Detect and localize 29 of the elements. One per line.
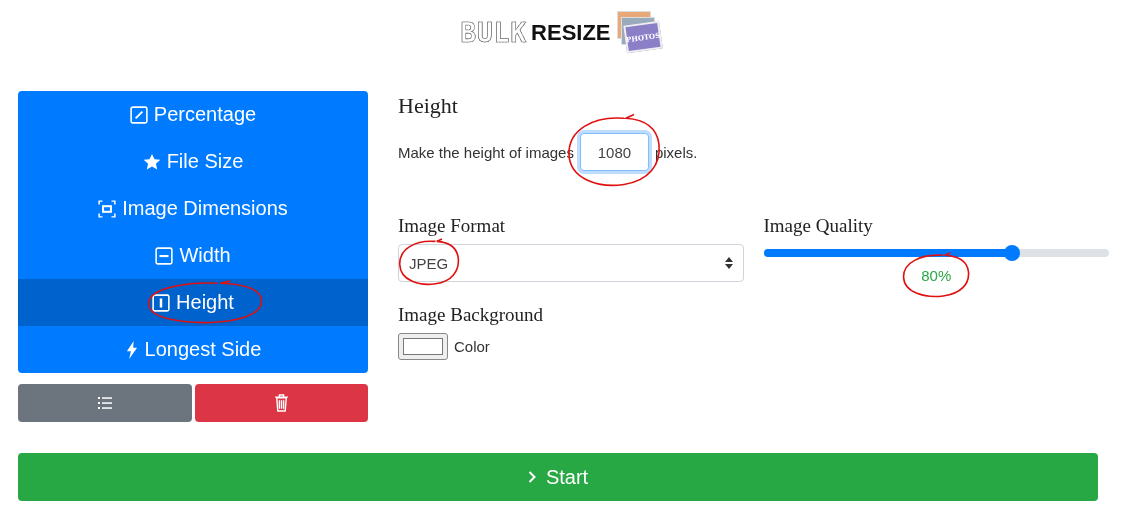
- menu-item[interactable]: File Size: [18, 138, 368, 185]
- sort-icon: [724, 257, 733, 269]
- start-button[interactable]: Start: [18, 453, 1098, 501]
- scan-corners-icon: [98, 199, 117, 218]
- pencil-square-icon: [129, 105, 148, 124]
- format-select[interactable]: JPEG: [398, 244, 744, 282]
- menu-item[interactable]: Height: [18, 279, 368, 326]
- menu-item[interactable]: Percentage: [18, 91, 368, 138]
- color-picker[interactable]: [398, 333, 448, 360]
- field-label: Image Format: [398, 215, 507, 237]
- menu-item[interactable]: Longest Side: [18, 326, 368, 373]
- input-field[interactable]: 1080: [579, 133, 649, 171]
- menu-item[interactable]: Width: [18, 232, 368, 279]
- section-title: Height: [398, 93, 459, 119]
- picker-label: Color: [454, 338, 490, 355]
- trash-icon: [273, 394, 289, 412]
- chevron-icon: [527, 471, 536, 483]
- field-label: Image Background: [398, 304, 545, 326]
- dash-square-icon: [155, 246, 174, 265]
- logo-text: RESIZE: [531, 22, 611, 44]
- menu-item[interactable]: Image Dimensions: [18, 185, 368, 232]
- delete-button[interactable]: [194, 384, 368, 422]
- field-label: Image Quality: [763, 215, 874, 237]
- quality-reading: 80%: [921, 267, 952, 284]
- list-icon: [96, 395, 113, 411]
- slider-thumb[interactable]: [1004, 245, 1021, 261]
- lightning-icon: [124, 340, 139, 359]
- bar-square-icon: [152, 293, 171, 312]
- star-icon: [142, 152, 161, 171]
